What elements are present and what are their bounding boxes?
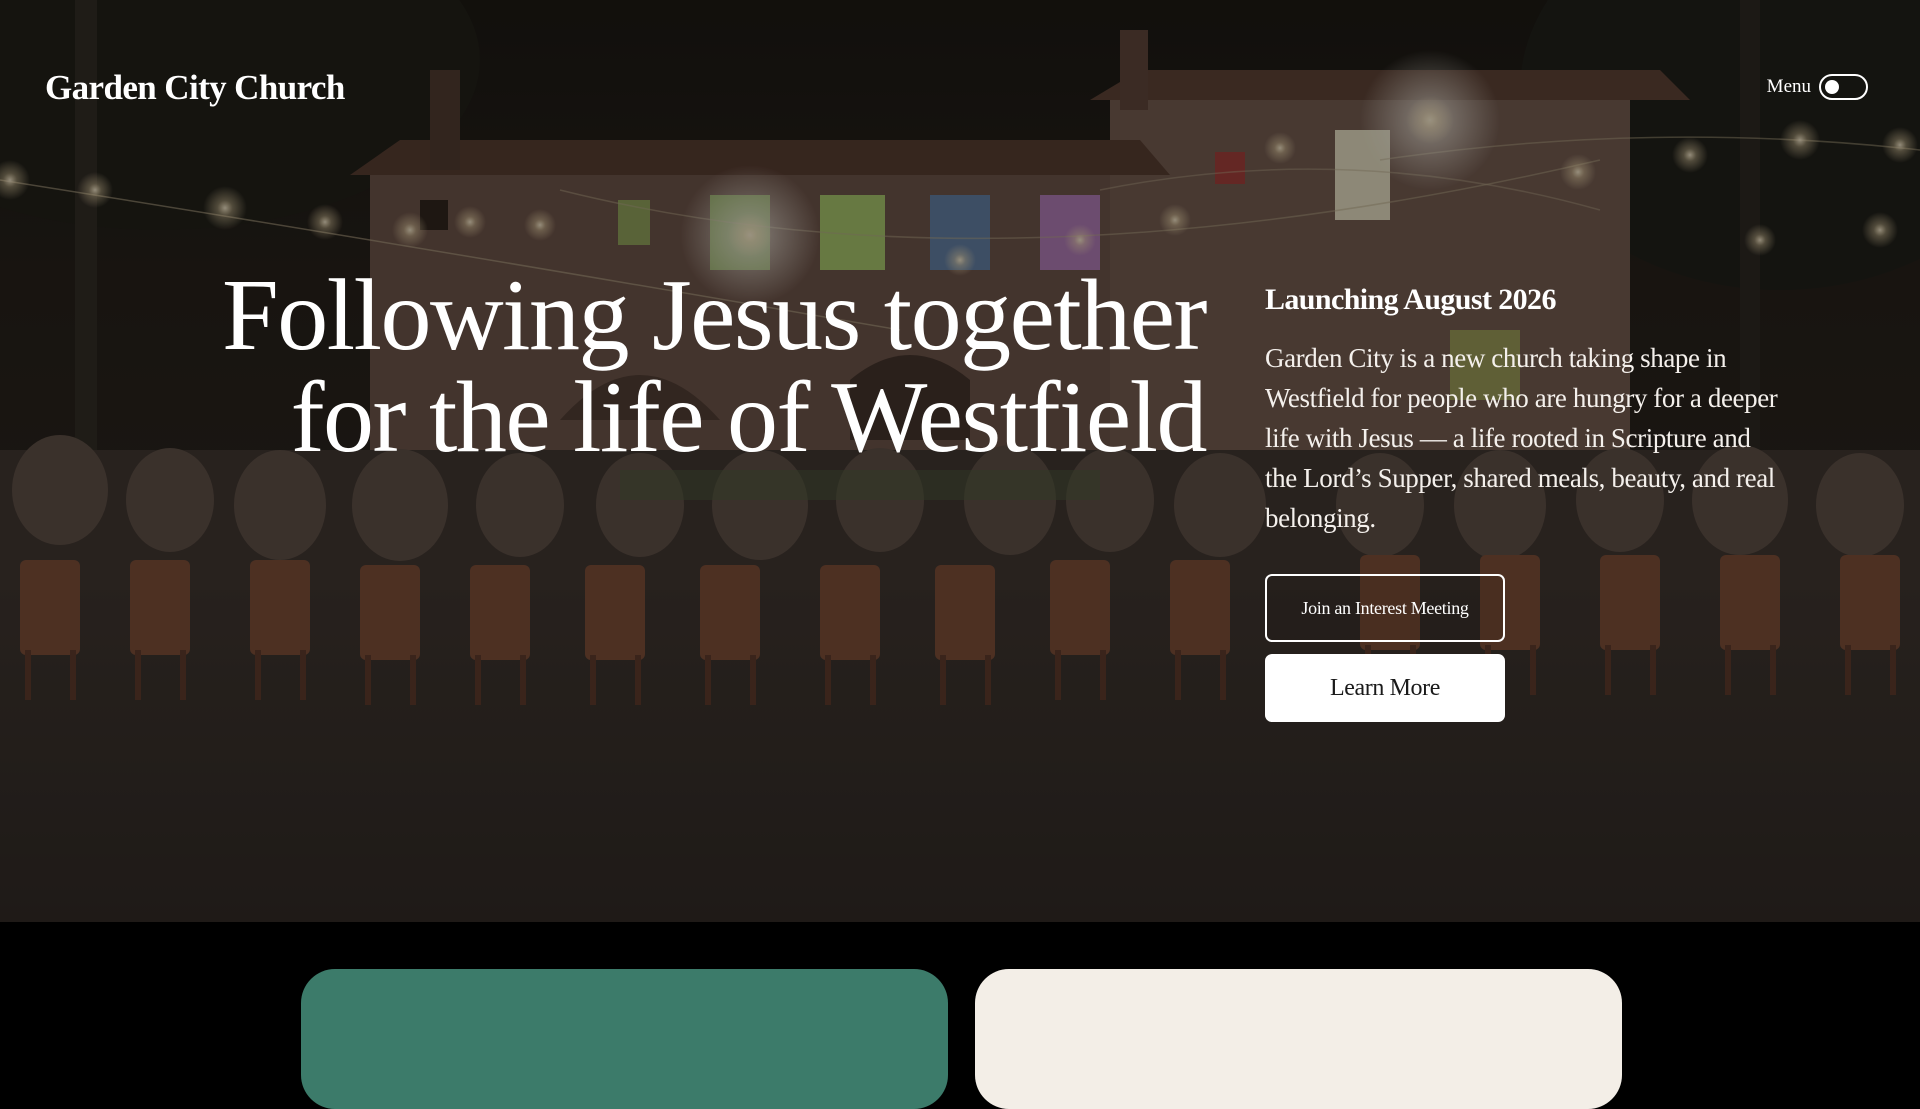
learn-more-button[interactable]: Learn More [1265,654,1505,722]
menu-button[interactable]: Menu [1767,72,1868,102]
feature-card-green [301,969,948,1109]
hero-headline-line1: Following Jesus together [222,259,1207,372]
menu-label: Menu [1766,76,1811,97]
hero-intro: Launching August 2026 Garden City is a n… [1265,278,1785,722]
launch-date: Launching August 2026 [1265,283,1556,316]
toggle-knob [1825,80,1839,94]
hero-headline: Following Jesus together for the life of… [146,265,1207,469]
feature-card-cream [975,969,1622,1109]
hero-section: Garden City Church Menu Following Jesus … [0,0,1920,922]
hero-headline-line2: for the life of Westfield [290,361,1208,474]
hero-description: Garden City is a new church taking shape… [1265,343,1778,533]
join-interest-meeting-button[interactable]: Join an Interest Meeting [1265,574,1505,642]
menu-toggle-icon[interactable] [1819,74,1868,100]
site-logo[interactable]: Garden City Church [45,64,345,112]
